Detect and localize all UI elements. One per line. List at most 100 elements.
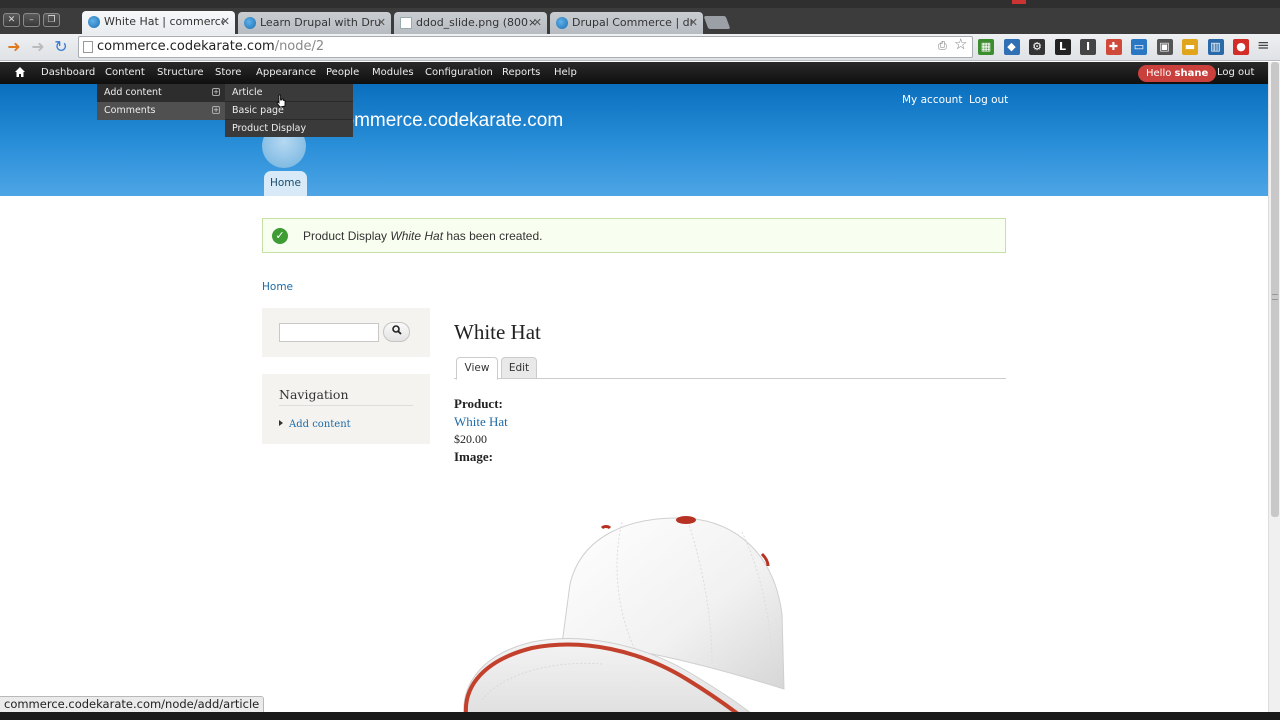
scrollbar-grip-icon (1272, 294, 1278, 300)
tab-strip: ✕ – ❐ White Hat | commerce.co ✕ Learn Dr… (0, 0, 1280, 35)
image-icon (400, 17, 412, 29)
admin-menu-dashboard[interactable]: Dashboard (41, 62, 95, 84)
submenu-basic-page[interactable]: Basic page (225, 102, 353, 120)
dropdown-item-label: Add content (104, 87, 162, 98)
admin-menu-store[interactable]: Store (215, 62, 241, 84)
search-input[interactable] (279, 323, 379, 342)
hello-user-badge[interactable]: Hello shane (1138, 65, 1217, 82)
new-tab-button[interactable] (703, 16, 731, 29)
link-status-bubble: commerce.codekarate.com/node/add/article (0, 696, 265, 712)
yellow-card-extension-icon[interactable]: ▬ (1182, 39, 1198, 55)
drupal-icon (244, 17, 256, 29)
page-title: White Hat (454, 320, 541, 344)
back-arrow-icon[interactable]: ➜ (5, 37, 23, 57)
dropdown-add-content[interactable]: Add content + (97, 84, 225, 102)
add-content-submenu: Article Basic page Product Display (225, 84, 353, 137)
close-window-icon[interactable]: ✕ (3, 13, 20, 27)
status-message: ✓ Product Display White Hat has been cre… (262, 218, 1006, 253)
hello-prefix: Hello (1146, 68, 1175, 79)
triangle-bullet-icon (279, 420, 283, 426)
admin-menu-structure[interactable]: Structure (157, 62, 204, 84)
url-host: commerce.codekarate.com (97, 39, 275, 54)
breadcrumb[interactable]: Home (262, 281, 293, 293)
admin-menu-appearance[interactable]: Appearance (256, 62, 316, 84)
dark-square-extension-icon[interactable]: ▣ (1156, 39, 1173, 55)
search-block (262, 308, 430, 357)
restore-window-icon[interactable]: ❐ (43, 13, 60, 27)
admin-menu-content[interactable]: Content (105, 62, 145, 84)
tab-title: Learn Drupal with Drupal (260, 16, 380, 29)
site-name[interactable]: commerce.codekarate.com (334, 110, 563, 132)
home-icon[interactable] (14, 66, 26, 78)
red-plus-extension-icon[interactable]: ✚ (1105, 39, 1122, 55)
product-link[interactable]: White Hat (454, 414, 508, 430)
admin-logout-link[interactable]: Log out (1217, 62, 1254, 84)
tab-title: Drupal Commerce | drupa (572, 16, 692, 29)
search-icon (391, 325, 402, 335)
lastpass-extension-icon[interactable]: ● (1233, 39, 1249, 55)
navigation-block: Navigation Add content (262, 374, 430, 444)
window-indicator (1012, 0, 1026, 4)
page-viewport: Dashboard Content Structure Store Appear… (0, 62, 1268, 712)
submenu-plus-icon: + (212, 106, 220, 114)
navigation-divider (279, 405, 413, 406)
product-field-label: Product: (454, 396, 503, 411)
l-extension-icon[interactable]: L (1054, 39, 1071, 55)
trello-extension-icon[interactable]: ▥ (1207, 39, 1224, 55)
submenu-product-display[interactable]: Product Display (225, 120, 353, 138)
checkmark-icon: ✓ (272, 228, 288, 244)
browser-tab-4[interactable]: Drupal Commerce | drupa ✕ (550, 12, 703, 34)
close-tab-icon[interactable]: ✕ (377, 12, 386, 34)
page-scrollbar[interactable] (1268, 62, 1280, 712)
bookmark-star-icon[interactable]: ☆ (954, 35, 967, 53)
drupal-icon (556, 17, 568, 29)
browser-tab-2[interactable]: Learn Drupal with Drupal ✕ (238, 12, 391, 34)
admin-menu-configuration[interactable]: Configuration (425, 62, 493, 84)
dropdown-comments[interactable]: Comments + (97, 102, 225, 120)
blue-bookmark-extension-icon[interactable]: ◆ (1003, 39, 1020, 55)
forward-arrow-icon[interactable]: ➜ (29, 37, 47, 57)
browser-tab-3[interactable]: ddod_slide.png (800×500 ✕ (394, 12, 547, 34)
message-prefix: Product Display (303, 229, 391, 243)
gear-extension-icon[interactable]: ⚙ (1029, 39, 1045, 55)
hand-cursor-icon (276, 94, 286, 108)
my-account-link[interactable]: My account (902, 94, 962, 106)
nav-add-content-link[interactable]: Add content (279, 419, 351, 430)
tab-title: ddod_slide.png (800×500 (416, 16, 536, 29)
close-tab-icon[interactable]: ✕ (689, 12, 698, 34)
page-action-icon[interactable]: ⎙ (938, 39, 947, 53)
close-tab-icon[interactable]: ✕ (533, 12, 542, 34)
hello-username: shane (1174, 68, 1209, 79)
submenu-article[interactable]: Article (225, 84, 353, 102)
green-grid-extension-icon[interactable]: ▦ (978, 39, 994, 55)
browser-tab-1[interactable]: White Hat | commerce.co ✕ (82, 11, 235, 35)
content-dropdown-menu: Add content + Comments + (97, 84, 225, 120)
tab-strip-edge (0, 0, 1280, 8)
message-emphasis: White Hat (390, 229, 444, 243)
admin-menu-reports[interactable]: Reports (502, 62, 540, 84)
address-bar[interactable]: commerce.codekarate.com/node/2 (78, 36, 973, 58)
tab-edit[interactable]: Edit (501, 357, 537, 379)
minimize-window-icon[interactable]: – (23, 13, 40, 27)
tab-title: White Hat | commerce.co (104, 15, 224, 28)
window-bottom-edge (0, 712, 1280, 720)
submenu-plus-icon: + (212, 88, 220, 96)
i-extension-icon[interactable]: I (1080, 39, 1096, 55)
product-image-white-hat (463, 516, 785, 712)
admin-menu-modules[interactable]: Modules (372, 62, 414, 84)
admin-menu-people[interactable]: People (326, 62, 359, 84)
header-logout-link[interactable]: Log out (969, 94, 1008, 106)
nav-link-label: Add content (289, 419, 351, 430)
scrollbar-thumb[interactable] (1271, 62, 1279, 517)
tab-view[interactable]: View (456, 357, 498, 380)
reload-icon[interactable]: ↻ (52, 37, 70, 57)
main-menu-home-tab[interactable]: Home (264, 171, 307, 196)
admin-toolbar: Dashboard Content Structure Store Appear… (0, 62, 1268, 84)
search-button[interactable] (383, 322, 410, 342)
image-field-label: Image: (454, 449, 493, 464)
menu-icon[interactable]: ≡ (1257, 36, 1270, 54)
admin-menu-help[interactable]: Help (554, 62, 577, 84)
close-tab-icon[interactable]: ✕ (221, 11, 230, 33)
screen-extension-icon[interactable]: ▭ (1131, 39, 1147, 55)
status-message-text: Product Display White Hat has been creat… (303, 229, 542, 243)
